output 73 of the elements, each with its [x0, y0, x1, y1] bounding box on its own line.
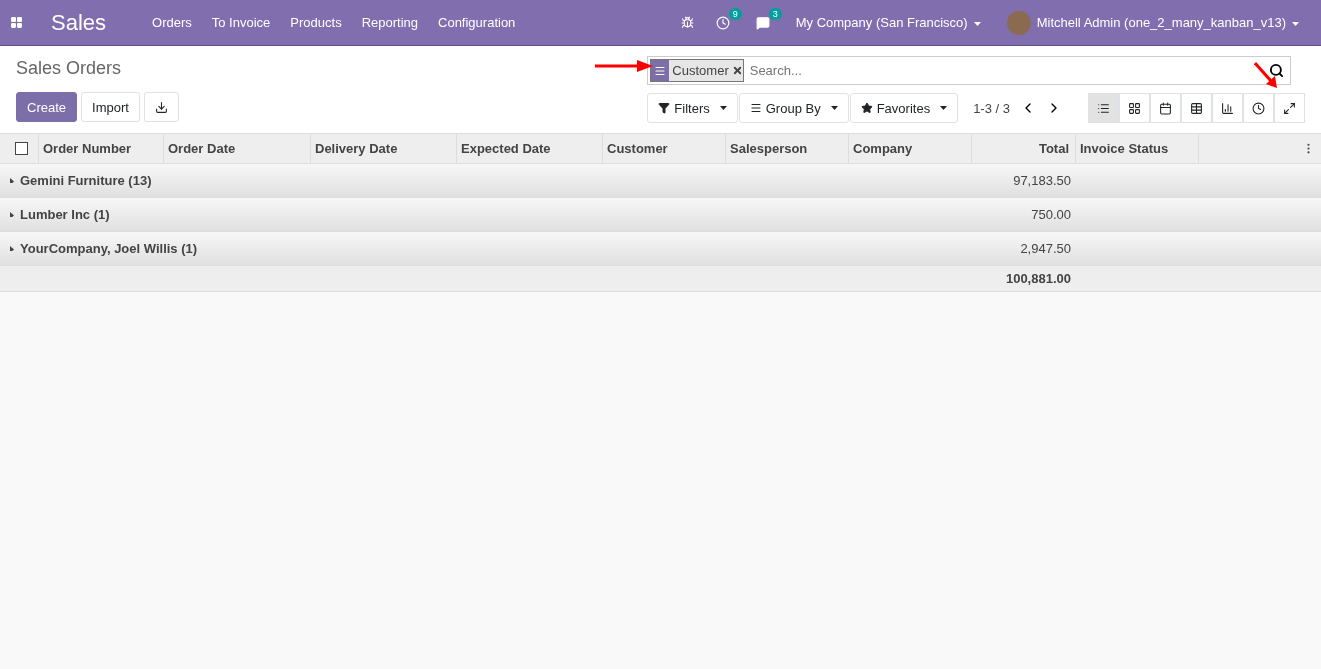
view-switch-button[interactable] [1212, 93, 1243, 123]
nav-menu-item[interactable]: Reporting [351, 15, 428, 30]
view-switch-button[interactable] [1088, 93, 1119, 123]
filter-icon [658, 102, 671, 114]
caret-icon [1292, 22, 1299, 27]
star-icon [860, 102, 873, 114]
caret-icon [10, 178, 17, 183]
group-total: 97,183.50 [1012, 173, 1072, 188]
caret-icon [719, 105, 727, 111]
column-header[interactable]: Expected Date [456, 134, 602, 163]
user-menu[interactable]: Mitchell Admin (one_2_many_kanban_v13) [1030, 15, 1309, 30]
nav-menu-item[interactable]: Orders [142, 15, 202, 30]
dropdown-button[interactable]: Favorites [849, 93, 959, 123]
create-button[interactable]: Create [16, 92, 78, 122]
caret-icon [973, 22, 981, 27]
dropdown-button[interactable]: Filters [647, 93, 738, 123]
company-switcher[interactable]: My Company (San Francisco) [785, 15, 991, 30]
view-switch-button[interactable] [1243, 93, 1274, 123]
column-header[interactable]: Invoice Status [1075, 134, 1198, 163]
view-switch-button[interactable] [1274, 93, 1305, 123]
column-header[interactable]: Order Date [163, 134, 310, 163]
activity-count: 9 [728, 7, 742, 20]
dropdown-button[interactable]: Group By [738, 93, 849, 123]
group-row[interactable]: Gemini Furniture (13) [0, 173, 971, 188]
download-icon [154, 100, 168, 114]
annotation-arrow-icon [595, 60, 653, 72]
expand-icon [1283, 101, 1296, 115]
group-total: 2,947.50 [1019, 241, 1072, 256]
column-header[interactable]: Company [848, 134, 971, 163]
nav-menu-item[interactable]: To Invoice [201, 15, 281, 30]
group-row[interactable]: YourCompany, Joel Willis (1) [0, 241, 971, 256]
bug-icon[interactable] [680, 16, 694, 29]
group-total: 750.00 [1030, 207, 1072, 222]
download-button[interactable] [143, 92, 179, 122]
column-header[interactable]: Customer [602, 134, 725, 163]
column-header[interactable]: Total [971, 134, 1075, 163]
close-icon[interactable] [731, 65, 743, 76]
search-facet[interactable]: Customer [650, 59, 744, 82]
list-icon [1097, 101, 1110, 115]
grid-icon [1128, 101, 1141, 115]
search-field[interactable]: Customer Search... [647, 56, 1292, 85]
annotation-arrow-icon [1254, 62, 1278, 88]
caret-icon [830, 105, 838, 111]
view-switch-button[interactable] [1119, 93, 1150, 123]
table-icon [1190, 101, 1203, 115]
view-switch-button[interactable] [1181, 93, 1212, 123]
view-switch-button[interactable] [1150, 93, 1181, 123]
chat-icon[interactable] [755, 15, 770, 30]
menu-icon [749, 102, 762, 114]
column-header[interactable]: Delivery Date [310, 134, 456, 163]
calendar-icon [1159, 101, 1172, 115]
caret-icon [10, 212, 17, 217]
message-count: 3 [768, 7, 782, 20]
search-icon[interactable] [1269, 63, 1285, 78]
page-title: Sales Orders [16, 58, 123, 80]
select-all-checkbox[interactable] [15, 142, 28, 155]
caret-icon [10, 246, 17, 251]
apps-menu-icon[interactable] [10, 16, 23, 29]
nav-menu-item[interactable]: Configuration [428, 15, 526, 30]
avatar [1006, 10, 1031, 35]
column-header[interactable]: Salesperson [725, 134, 848, 163]
pager: 1-3 / 3 [973, 100, 1010, 116]
bar-chart-icon [1221, 101, 1234, 115]
clock-icon[interactable] [715, 15, 730, 30]
grand-total: 100,881.00 [1004, 271, 1072, 286]
menu-icon [654, 64, 667, 77]
column-header[interactable]: Order Number [38, 134, 163, 163]
nav-menu-item[interactable]: Products [280, 15, 352, 30]
group-row[interactable]: Lumber Inc (1) [0, 207, 971, 222]
caret-icon [940, 105, 948, 111]
app-name: Sales [50, 9, 108, 36]
clock-icon [1252, 101, 1265, 115]
import-button[interactable]: Import [81, 92, 140, 122]
